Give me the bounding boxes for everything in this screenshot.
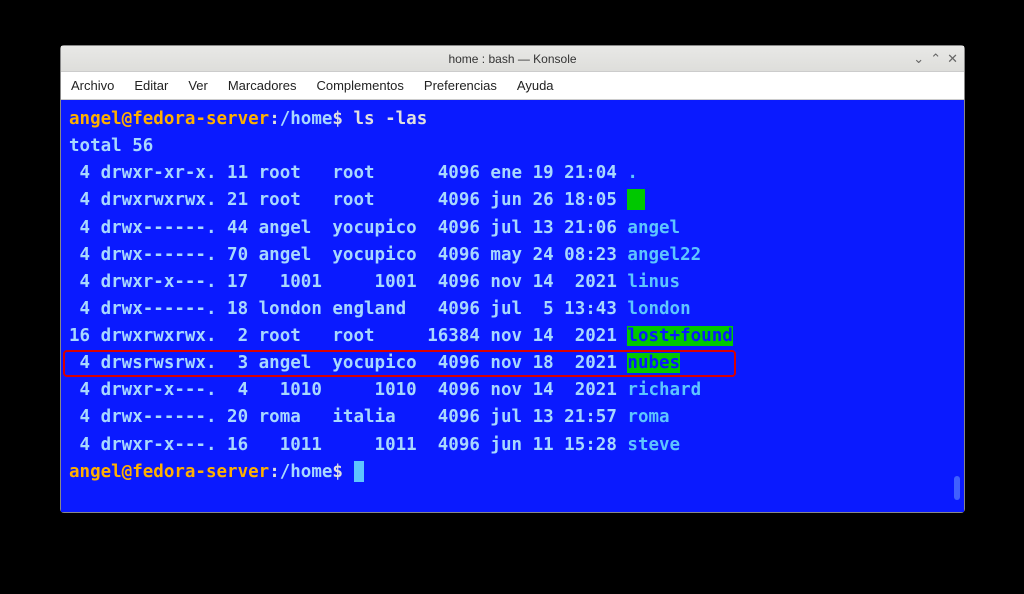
listing-row: 4 drwxr-x---. 16 1011 1011 4096 jun 11 1… bbox=[69, 432, 956, 459]
menubar: Archivo Editar Ver Marcadores Complement… bbox=[61, 72, 964, 100]
listing-meta: 4 drwx------. 20 roma italia 4096 jul 13… bbox=[69, 407, 627, 427]
cursor bbox=[354, 461, 364, 482]
listing-name: steve bbox=[627, 435, 680, 455]
listing-name: angel bbox=[627, 218, 680, 238]
listing-meta: 16 drwxrwxrwx. 2 root root 16384 nov 14 … bbox=[69, 326, 627, 346]
konsole-window: home : bash — Konsole ⌄ ⌃ ✕ Archivo Edit… bbox=[60, 45, 965, 513]
listing-row: 4 drwx------. 44 angel yocupico 4096 jul… bbox=[69, 215, 956, 242]
listing-name: lost+found bbox=[627, 326, 732, 346]
listing-meta: 4 drwx------. 70 angel yocupico 4096 may… bbox=[69, 245, 627, 265]
listing-meta: 4 drwxrwxrwx. 21 root root 4096 jun 26 1… bbox=[69, 190, 627, 210]
prompt-user: angel@fedora-server bbox=[69, 109, 269, 129]
prompt-dollar: $ bbox=[332, 109, 343, 129]
menu-ver[interactable]: Ver bbox=[188, 78, 208, 93]
listing-row: 4 drwxr-x---. 4 1010 1010 4096 nov 14 20… bbox=[69, 377, 956, 404]
listing-name: london bbox=[627, 299, 690, 319]
listing-row: 4 drwxrwxrwx. 21 root root 4096 jun 26 1… bbox=[69, 187, 956, 214]
listing-name: .. bbox=[627, 189, 645, 210]
total-line: total 56 bbox=[69, 133, 956, 160]
prompt-line: angel@fedora-server:/home$ ls -las bbox=[69, 106, 956, 133]
prompt-line-active: angel@fedora-server:/home$ bbox=[69, 459, 956, 486]
listing-name: angel22 bbox=[627, 245, 701, 265]
listing-meta: 4 drwxr-x---. 4 1010 1010 4096 nov 14 20… bbox=[69, 380, 627, 400]
minimize-icon[interactable]: ⌄ bbox=[913, 51, 924, 67]
listing-row: 4 drwxr-x---. 17 1001 1001 4096 nov 14 2… bbox=[69, 269, 956, 296]
listing-row: 16 drwxrwxrwx. 2 root root 16384 nov 14 … bbox=[69, 323, 956, 350]
command-text: ls -las bbox=[343, 109, 427, 129]
window-title: home : bash — Konsole bbox=[448, 52, 576, 66]
listing-meta: 4 drwxr-x---. 16 1011 1011 4096 jun 11 1… bbox=[69, 435, 627, 455]
window-controls: ⌄ ⌃ ✕ bbox=[913, 51, 958, 67]
menu-marcadores[interactable]: Marcadores bbox=[228, 78, 297, 93]
listing-row: 4 drwsrwsrwx. 3 angel yocupico 4096 nov … bbox=[69, 350, 956, 377]
listing-meta: 4 drwsrwsrwx. 3 angel yocupico 4096 nov … bbox=[69, 353, 627, 373]
maximize-icon[interactable]: ⌃ bbox=[930, 51, 941, 67]
prompt-user: angel@fedora-server bbox=[69, 462, 269, 482]
prompt-path: /home bbox=[280, 109, 333, 129]
listing-row: 4 drwx------. 70 angel yocupico 4096 may… bbox=[69, 242, 956, 269]
listing-meta: 4 drwxr-x---. 17 1001 1001 4096 nov 14 2… bbox=[69, 272, 627, 292]
prompt-colon: : bbox=[269, 109, 280, 129]
menu-archivo[interactable]: Archivo bbox=[71, 78, 114, 93]
menu-complementos[interactable]: Complementos bbox=[316, 78, 403, 93]
close-icon[interactable]: ✕ bbox=[947, 51, 958, 67]
listing-name: linus bbox=[627, 272, 680, 292]
scrollbar-thumb[interactable] bbox=[954, 476, 960, 500]
prompt-colon: : bbox=[269, 462, 280, 482]
listing-meta: 4 drwxr-xr-x. 11 root root 4096 ene 19 2… bbox=[69, 163, 627, 183]
listing-name: . bbox=[627, 163, 638, 183]
listing-row: 4 drwx------. 20 roma italia 4096 jul 13… bbox=[69, 404, 956, 431]
listing-meta: 4 drwx------. 44 angel yocupico 4096 jul… bbox=[69, 218, 627, 238]
listing-row: 4 drwx------. 18 london england 4096 jul… bbox=[69, 296, 956, 323]
prompt-dollar: $ bbox=[332, 462, 343, 482]
terminal[interactable]: angel@fedora-server:/home$ ls -lastotal … bbox=[61, 100, 964, 512]
menu-preferencias[interactable]: Preferencias bbox=[424, 78, 497, 93]
titlebar[interactable]: home : bash — Konsole ⌄ ⌃ ✕ bbox=[61, 46, 964, 72]
listing-row: 4 drwxr-xr-x. 11 root root 4096 ene 19 2… bbox=[69, 160, 956, 187]
listing-meta: 4 drwx------. 18 london england 4096 jul… bbox=[69, 299, 627, 319]
menu-editar[interactable]: Editar bbox=[134, 78, 168, 93]
listing-name: richard bbox=[627, 380, 701, 400]
listing-name: nubes bbox=[627, 353, 680, 373]
prompt-path: /home bbox=[280, 462, 333, 482]
listing-name: roma bbox=[627, 407, 669, 427]
menu-ayuda[interactable]: Ayuda bbox=[517, 78, 554, 93]
